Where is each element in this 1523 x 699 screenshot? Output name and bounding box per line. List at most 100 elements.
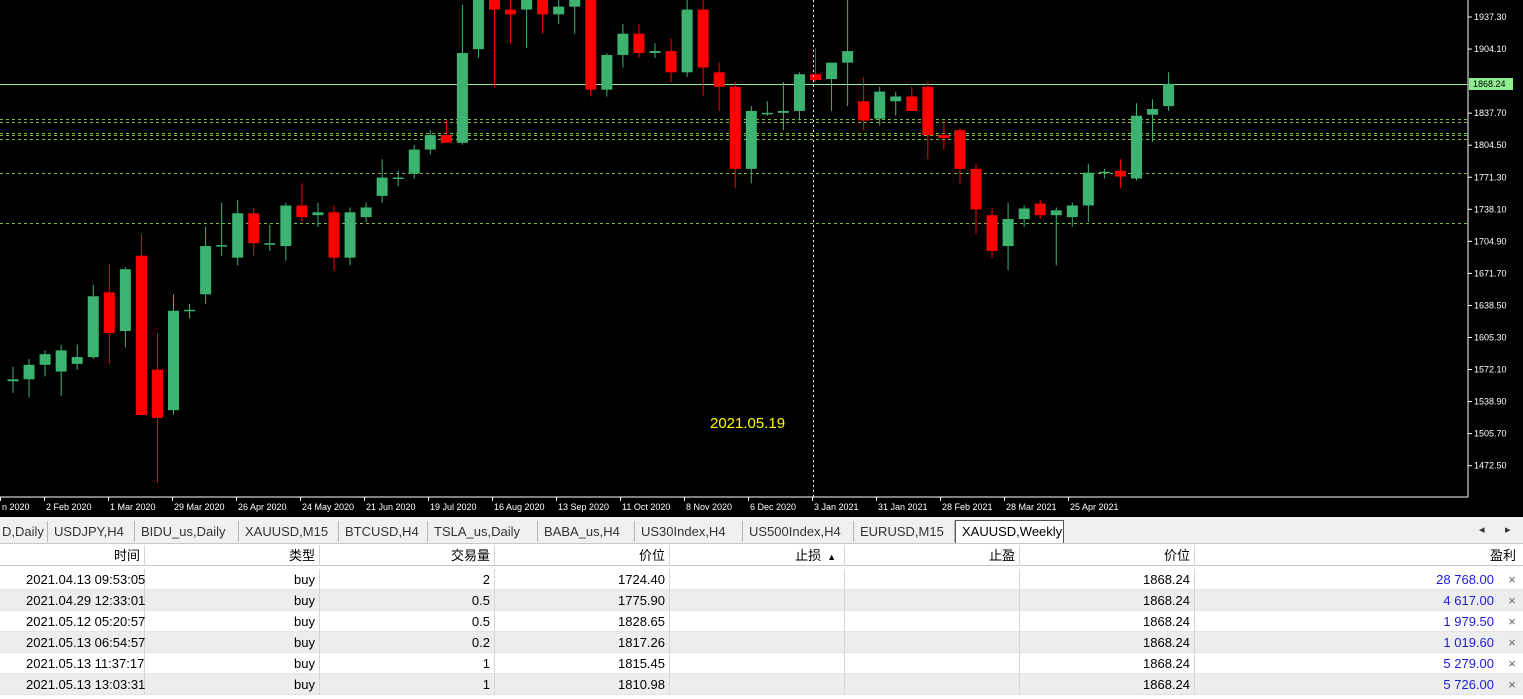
tab-usdjpy-h4[interactable]: USDJPY,H4 [48, 521, 135, 542]
candle-body [777, 110, 789, 113]
tab-scroll-left-icon[interactable]: ◂ [1479, 523, 1485, 536]
close-order-icon[interactable]: × [1504, 590, 1520, 611]
candle-body [280, 205, 292, 247]
candle-body [633, 33, 645, 54]
candlestick-chart[interactable]: 1937.30 1904.10 1837.70 1804.50 1771.30 1738.… [0, 0, 1523, 517]
price-tick-label: 1572.10 [1474, 365, 1507, 375]
header-type[interactable]: 类型 [145, 545, 320, 566]
date-tick-label: 6 Dec 2020 [750, 502, 796, 512]
date-tick-label: 31 Jan 2021 [878, 502, 928, 512]
table-row[interactable]: 2021.04.13 09:53:05 buy 2 1724.40 1868.24 28 … [0, 569, 1523, 590]
tab-btcusd-h4[interactable]: BTCUSD,H4 [339, 521, 428, 542]
candle-body [472, 0, 484, 50]
candle-body [168, 310, 179, 411]
date-tick-label: 2 Feb 2020 [46, 502, 92, 512]
candle-body [986, 215, 998, 251]
tab-bidu-us-daily[interactable]: BIDU_us,Daily [135, 521, 239, 542]
tab-baba-us-h4[interactable]: BABA_us,H4 [538, 521, 635, 542]
tab-eurusd-m15[interactable]: EURUSD,M15 [854, 521, 955, 542]
cell-type: buy [145, 674, 320, 695]
date-tick-label: 25 Apr 2021 [1070, 502, 1119, 512]
cell-tp [845, 590, 1020, 611]
candle-body [729, 86, 741, 169]
table-row[interactable]: 2021.04.29 12:33:01 buy 0.5 1775.90 1868.24 4… [0, 590, 1523, 611]
cell-cur: 1868.24 [1020, 674, 1195, 695]
header-current-price[interactable]: 价位 [1020, 545, 1195, 566]
close-order-icon[interactable]: × [1504, 632, 1520, 653]
cell-cur: 1868.24 [1020, 653, 1195, 674]
candle-body [184, 309, 196, 312]
candle-body [87, 296, 99, 358]
close-order-icon[interactable]: × [1504, 674, 1520, 695]
date-tick-label: 28 Mar 2021 [1006, 502, 1057, 512]
header-time[interactable]: 时间 [0, 545, 145, 566]
close-order-icon[interactable]: × [1504, 653, 1520, 674]
table-row[interactable]: 2021.05.13 11:37:17 buy 1 1815.45 1868.24 5 2… [0, 653, 1523, 674]
cell-cur: 1868.24 [1020, 611, 1195, 632]
candle-body [456, 53, 468, 143]
header-profit[interactable]: 盈利 [1195, 545, 1520, 566]
cell-sl [670, 590, 845, 611]
tab-us500index-h4[interactable]: US500Index,H4 [743, 521, 854, 542]
cell-time: 2021.04.13 09:53:05 [0, 569, 145, 590]
cell-type: buy [145, 653, 320, 674]
candle-body [793, 74, 805, 111]
candle-body [1082, 172, 1094, 206]
table-row[interactable]: 2021.05.13 13:03:31 buy 1 1810.98 1868.24 5 7… [0, 674, 1523, 695]
tab-scroll-right-icon[interactable]: ▸ [1505, 523, 1511, 536]
candle-body [601, 54, 613, 90]
candle-body [23, 364, 35, 380]
cell-price: 1724.40 [495, 569, 670, 590]
candle-body [232, 213, 244, 258]
candle-body [681, 9, 693, 73]
candle-body [890, 96, 902, 102]
cell-sl [670, 653, 845, 674]
candle-body [119, 269, 131, 332]
header-stop-loss[interactable]: 止损 ▲ [670, 545, 845, 566]
header-open-price[interactable]: 价位 [495, 545, 670, 566]
tab-xauusd-weekly[interactable]: XAUUSD,Weekly [955, 520, 1064, 543]
candle-body [408, 149, 420, 174]
tab-tsla-us-daily[interactable]: TSLA_us,Daily [428, 521, 538, 542]
candle-body [826, 62, 838, 80]
price-tick-label: 1638.50 [1474, 300, 1507, 310]
price-chart[interactable]: 1937.30 1904.10 1837.70 1804.50 1771.30 1738.… [0, 0, 1523, 517]
price-tick-label: 1671.70 [1474, 268, 1507, 278]
price-tick-label: 1804.50 [1474, 140, 1507, 150]
date-tick-label: 28 Feb 2021 [942, 502, 993, 512]
price-tick-label: 1472.50 [1474, 461, 1507, 471]
header-volume[interactable]: 交易量 [320, 545, 495, 566]
cell-sl [670, 674, 845, 695]
cell-cur: 1868.24 [1020, 569, 1195, 590]
close-order-icon[interactable]: × [1504, 569, 1520, 590]
candle-body [1018, 208, 1030, 220]
cell-price: 1817.26 [495, 632, 670, 653]
cell-volume: 2 [320, 569, 495, 590]
tab-xauusd-m15[interactable]: XAUUSD,M15 [239, 521, 339, 542]
price-tick-label: 1771.30 [1474, 172, 1507, 182]
cell-time: 2021.04.29 12:33:01 [0, 590, 145, 611]
candle-body [1034, 203, 1046, 216]
price-tick-label: 1505.70 [1474, 429, 1507, 439]
cell-time: 2021.05.12 05:20:57 [0, 611, 145, 632]
tab-d-daily[interactable]: D,Daily [0, 521, 48, 542]
cell-time: 2021.05.13 13:03:31 [0, 674, 145, 695]
tab-us30index-h4[interactable]: US30Index,H4 [635, 521, 743, 542]
cell-profit: 4 617.00 [1443, 593, 1494, 608]
candle-body [39, 354, 51, 365]
header-take-profit[interactable]: 止盈 [845, 545, 1020, 566]
date-tick-label: 26 Apr 2020 [238, 502, 287, 512]
close-order-icon[interactable]: × [1504, 611, 1520, 632]
candle-body [858, 101, 870, 121]
cell-sl [670, 632, 845, 653]
candle-body [1050, 210, 1062, 216]
candle-body [922, 86, 934, 136]
date-tick-label: 13 Sep 2020 [558, 502, 609, 512]
candle-body [553, 6, 565, 15]
table-row[interactable]: 2021.05.12 05:20:57 buy 0.5 1828.65 1868.24 1… [0, 611, 1523, 632]
cell-volume: 0.5 [320, 590, 495, 611]
cell-profit: 28 768.00 [1436, 572, 1494, 587]
table-row[interactable]: 2021.05.13 06:54:57 buy 0.2 1817.26 1868.24 1… [0, 632, 1523, 653]
candle-body [938, 135, 950, 138]
chart-tab-bar: D,Daily USDJPY,H4 BIDU_us,Daily XAUUSD,M15 B… [0, 517, 1523, 544]
